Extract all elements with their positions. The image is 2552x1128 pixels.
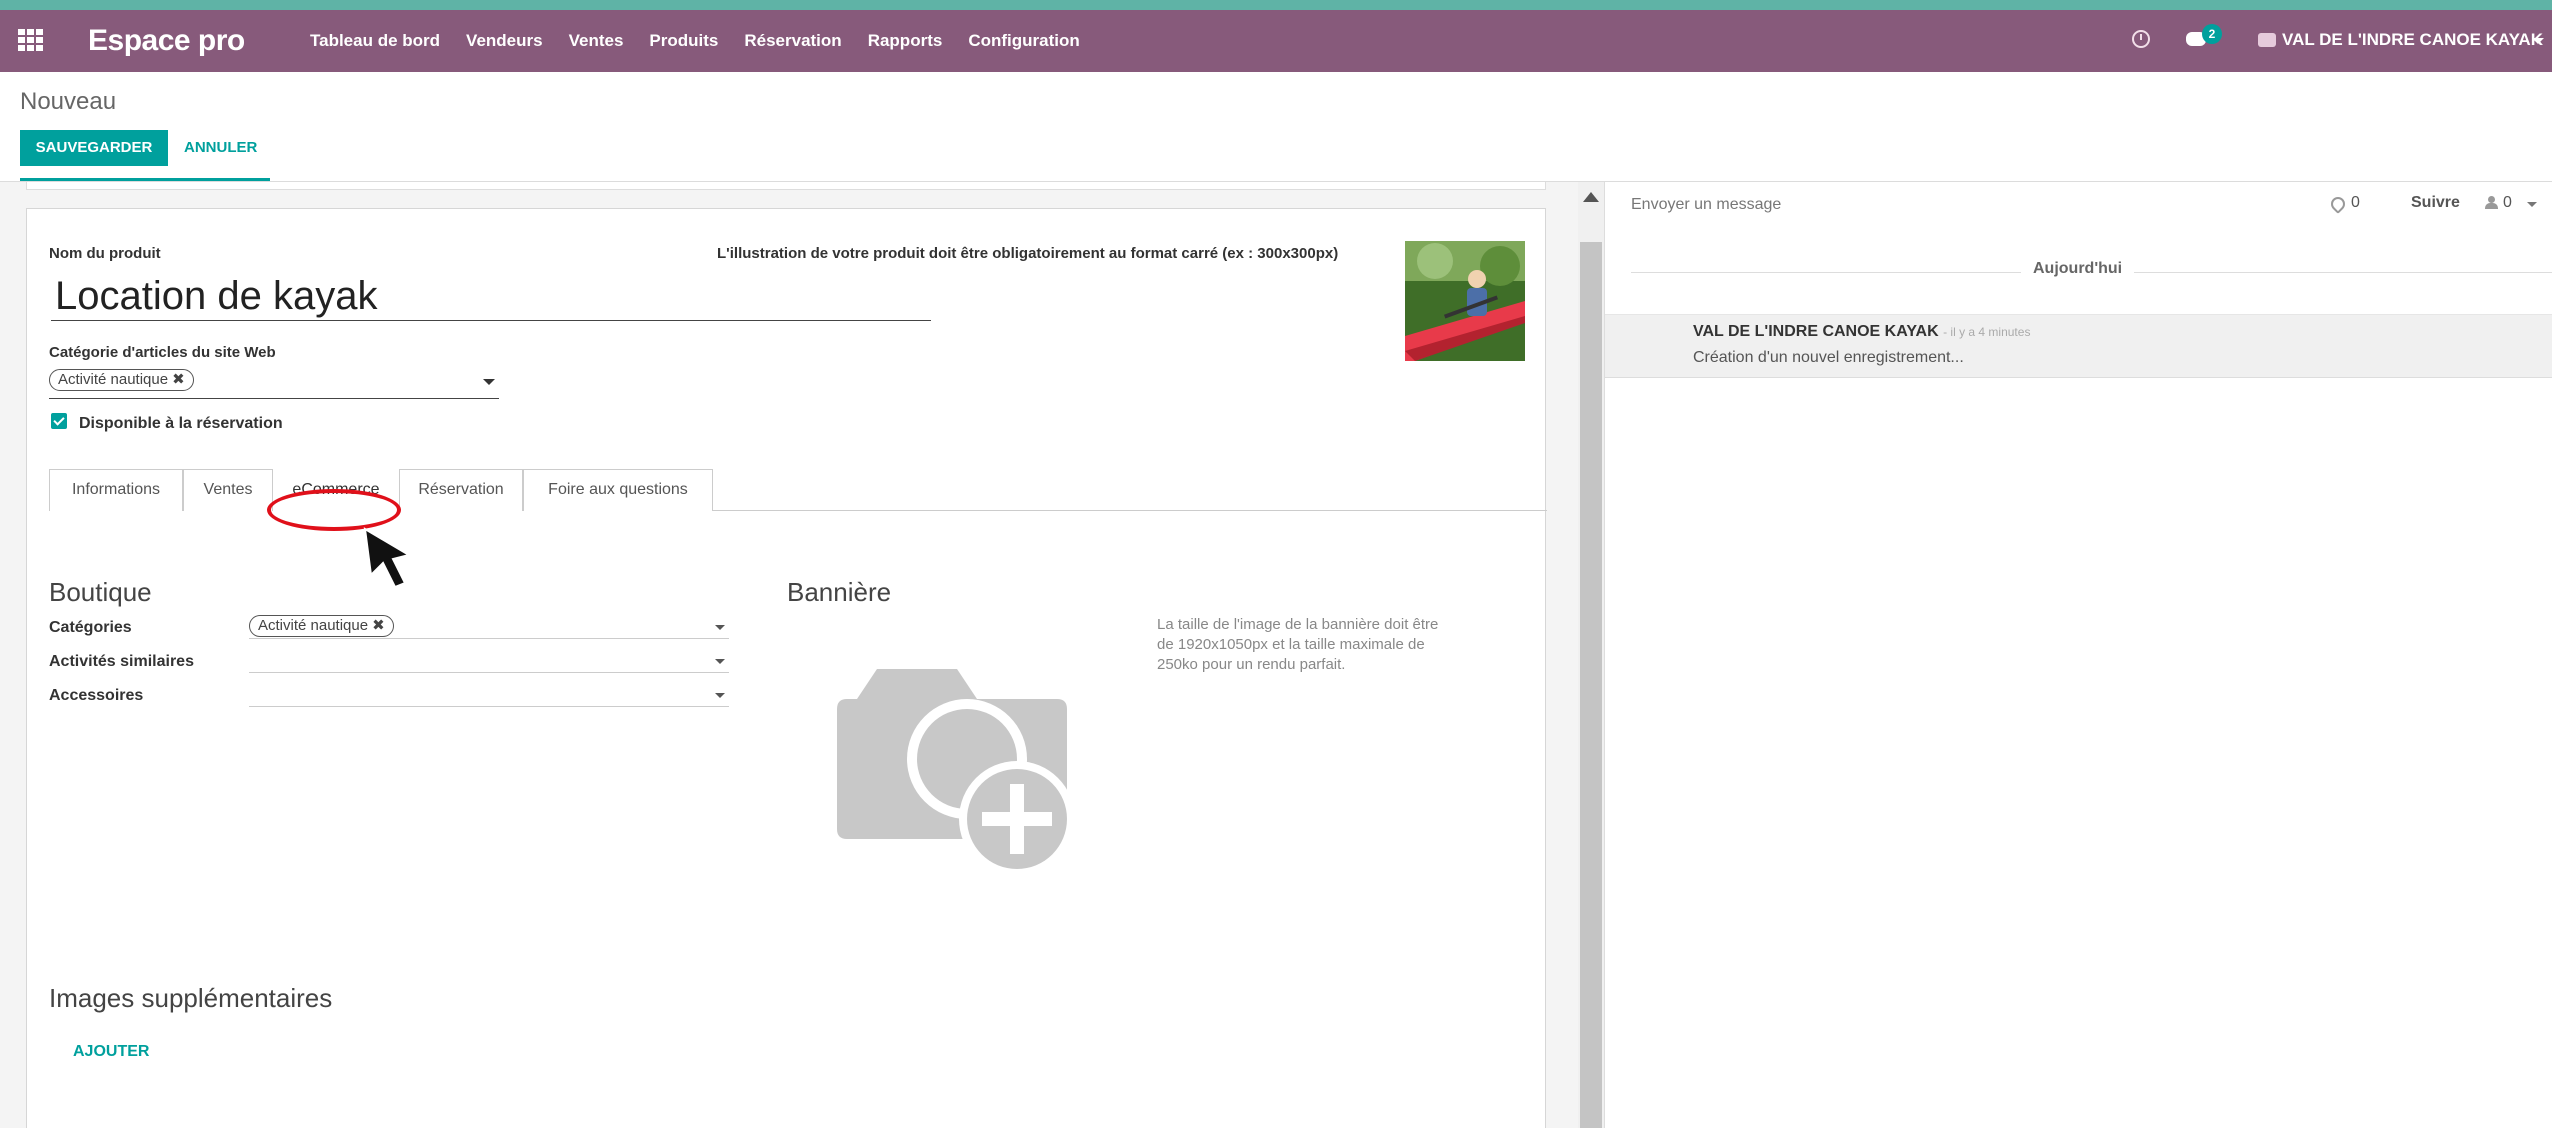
- categories-tag: Activité nautique ✖: [249, 615, 394, 637]
- save-button[interactable]: SAUVEGARDER: [20, 130, 168, 166]
- tab-ventes[interactable]: Ventes: [183, 469, 273, 511]
- remove-tag-icon[interactable]: ✖: [372, 617, 385, 634]
- accessories-field[interactable]: [249, 683, 729, 707]
- menu-rapports[interactable]: Rapports: [868, 31, 943, 51]
- control-panel: Nouveau SAUVEGARDER ANNULER: [0, 72, 2552, 182]
- camera-add-icon[interactable]: [817, 649, 1097, 879]
- dropdown-caret-icon[interactable]: [483, 379, 495, 385]
- dropdown-caret-icon[interactable]: [715, 625, 725, 630]
- chat-badge: 2: [2202, 24, 2222, 44]
- breadcrumb: Nouveau: [20, 88, 117, 115]
- navbar: Espace pro Tableau de bord Vendeurs Vent…: [0, 10, 2552, 72]
- tab-reservation[interactable]: Réservation: [399, 469, 523, 511]
- cancel-button[interactable]: ANNULER: [184, 130, 257, 166]
- message-body: Création d'un nouvel enregistrement...: [1693, 349, 1964, 366]
- categories-label: Catégories: [49, 619, 132, 636]
- available-label: Disponible à la réservation: [79, 415, 283, 432]
- banner-help-text: La taille de l'image de la bannière doit…: [1157, 616, 1439, 673]
- tab-faq[interactable]: Foire aux questions: [523, 469, 713, 511]
- message-item: VAL DE L'INDRE CANOE KAYAK - il y a 4 mi…: [1605, 314, 2552, 378]
- similar-activities-label: Activités similaires: [49, 653, 194, 670]
- company-icon: [2258, 33, 2276, 47]
- follower-count[interactable]: 0: [2503, 194, 2512, 212]
- company-switcher[interactable]: VAL DE L'INDRE CANOE KAYAK: [2282, 30, 2543, 50]
- web-category-label: Catégorie d'articles du site Web: [49, 344, 276, 361]
- form-view: Nom du produit Location de kayak Catégor…: [0, 182, 1604, 1128]
- chatter-panel: Envoyer un message 0 Suivre 0 Aujourd'hu…: [1604, 182, 2552, 1128]
- banner-heading: Bannière: [787, 577, 892, 607]
- send-message-button[interactable]: Envoyer un message: [1631, 196, 1781, 214]
- menu-reservation[interactable]: Réservation: [744, 31, 841, 51]
- message-time: - il y a 4 minutes: [1943, 325, 2031, 339]
- form-sheet: Nom du produit Location de kayak Catégor…: [26, 208, 1547, 1128]
- product-name-label: Nom du produit: [49, 245, 161, 262]
- message-author: VAL DE L'INDRE CANOE KAYAK - il y a 4 mi…: [1693, 323, 2030, 341]
- menu-vendeurs[interactable]: Vendeurs: [466, 31, 543, 51]
- author-name[interactable]: VAL DE L'INDRE CANOE KAYAK: [1693, 323, 1939, 340]
- menu-produits[interactable]: Produits: [649, 31, 718, 51]
- add-image-button[interactable]: AJOUTER: [73, 1043, 149, 1061]
- activity-clock-icon[interactable]: [2132, 30, 2150, 48]
- tag-label: Activité nautique: [258, 617, 369, 634]
- available-checkbox[interactable]: [51, 413, 67, 429]
- app-brand[interactable]: Espace pro: [88, 24, 245, 58]
- attachment-count[interactable]: 0: [2351, 194, 2360, 212]
- form-scrollbar[interactable]: [1578, 182, 1604, 1128]
- web-category-field[interactable]: Activité nautique ✖: [49, 369, 499, 399]
- product-name-input[interactable]: Location de kayak: [51, 273, 931, 321]
- categories-field[interactable]: Activité nautique ✖: [249, 615, 729, 639]
- user-icon[interactable]: [2485, 196, 2498, 210]
- tab-informations[interactable]: Informations: [49, 469, 183, 511]
- similar-activities-field[interactable]: [249, 649, 729, 673]
- top-strip: [0, 0, 2552, 10]
- main-menu: Tableau de bord Vendeurs Ventes Produits…: [310, 31, 1080, 51]
- illustration-help-label: L'illustration de votre produit doit êtr…: [717, 245, 1339, 262]
- menu-ventes[interactable]: Ventes: [569, 31, 624, 51]
- day-label: Aujourd'hui: [2021, 260, 2135, 278]
- paperclip-icon[interactable]: [2328, 194, 2348, 214]
- menu-configuration[interactable]: Configuration: [968, 31, 1079, 51]
- chevron-down-icon[interactable]: [2527, 202, 2537, 207]
- active-underline: [20, 178, 270, 181]
- chevron-down-icon[interactable]: [2532, 38, 2544, 44]
- product-image[interactable]: [1405, 241, 1525, 361]
- dropdown-caret-icon[interactable]: [715, 659, 725, 664]
- menu-tableau-de-bord[interactable]: Tableau de bord: [310, 31, 440, 51]
- sheet-top-strip: [26, 182, 1546, 190]
- scroll-up-icon[interactable]: [1583, 192, 1599, 202]
- scroll-thumb[interactable]: [1580, 242, 1602, 1128]
- tag-label: Activité nautique: [58, 371, 169, 388]
- extra-images-heading: Images supplémentaires: [49, 983, 333, 1013]
- apps-grid-icon[interactable]: [18, 29, 44, 51]
- dropdown-caret-icon[interactable]: [715, 693, 725, 698]
- accessories-label: Accessoires: [49, 687, 144, 704]
- cursor-arrow-icon: [363, 527, 412, 589]
- boutique-heading: Boutique: [49, 577, 152, 607]
- remove-tag-icon[interactable]: ✖: [172, 371, 185, 388]
- web-category-tag: Activité nautique ✖: [49, 369, 194, 391]
- follow-button[interactable]: Suivre: [2411, 194, 2460, 212]
